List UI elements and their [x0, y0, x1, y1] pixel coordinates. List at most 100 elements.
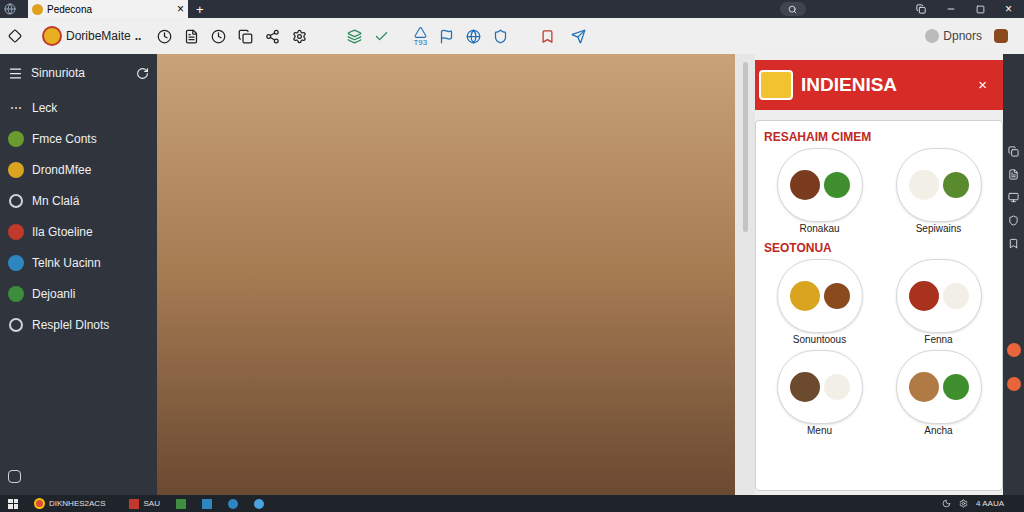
- sidebar-header: Sinnuriota: [0, 54, 157, 92]
- food-fill: [909, 372, 939, 402]
- sidebar-item[interactable]: ⋯Leck: [0, 92, 157, 123]
- dish-photo: [777, 148, 863, 222]
- strip-icon[interactable]: [1008, 169, 1019, 180]
- app-icon[interactable]: [254, 499, 264, 509]
- menu-body: RESAHAIM CIMEMRonakauSepiwains SEOTONUASo…: [755, 120, 1003, 491]
- tab-title: Pedecona: [47, 2, 173, 17]
- dish-label: Fenna: [924, 333, 952, 347]
- send-icon[interactable]: [571, 29, 586, 44]
- browser-tab[interactable]: Pedecona ×: [28, 0, 188, 18]
- dish-card[interactable]: Sonuntoous: [764, 256, 875, 347]
- scroll-thumb[interactable]: [743, 62, 748, 232]
- taskbar: DIKNHES2ACS SAU 4 AAUA: [0, 495, 1024, 512]
- sidebar-item-label: Resplel Dlnots: [32, 316, 109, 334]
- dish-card[interactable]: Fenna: [883, 256, 994, 347]
- dish-card[interactable]: Sepiwains: [883, 145, 994, 236]
- food-fill: [790, 281, 820, 311]
- labelled-tool[interactable]: T93: [413, 26, 427, 47]
- app-icon[interactable]: [129, 499, 139, 509]
- refresh-icon[interactable]: [136, 67, 149, 80]
- menu-logo-icon: [759, 70, 793, 100]
- triangle-icon: [414, 26, 427, 39]
- item-badge-icon: [8, 255, 24, 271]
- sidebar-footer-icon[interactable]: [8, 470, 21, 483]
- app-icon[interactable]: [176, 499, 186, 509]
- toolbar-icon[interactable]: [238, 29, 253, 44]
- dish-card[interactable]: Ronakau: [764, 145, 875, 236]
- search-icon: [788, 5, 797, 14]
- menu-panel: INDIENISA×RESAHAIM CIMEMRonakauSepiwains…: [755, 54, 1003, 495]
- orange-button-icon[interactable]: [1007, 377, 1021, 391]
- item-badge-icon: [8, 131, 24, 147]
- toolbar-icon[interactable]: [211, 29, 226, 44]
- toolbar-icon[interactable]: [493, 29, 508, 44]
- dish-label: Ancha: [924, 424, 952, 438]
- sidebar-item[interactable]: Mn Clalá: [0, 185, 157, 216]
- sidebar-item[interactable]: Fmce Conts: [0, 123, 157, 154]
- strip-icon[interactable]: [1008, 146, 1019, 157]
- search-button[interactable]: [780, 2, 806, 16]
- food-fill: [943, 172, 969, 198]
- menu-icon[interactable]: [8, 66, 23, 81]
- sidebar-item-label: DrondMfee: [32, 161, 91, 179]
- sidebar-item[interactable]: DrondMfee: [0, 154, 157, 185]
- more-button[interactable]: ..: [135, 27, 142, 45]
- app-icon[interactable]: [202, 499, 212, 509]
- app-icon[interactable]: [228, 499, 238, 509]
- food-fill: [909, 281, 939, 311]
- chrome-icon[interactable]: [34, 498, 45, 509]
- toolbar-icon[interactable]: [292, 29, 307, 44]
- strip-icon[interactable]: [1008, 238, 1019, 249]
- sidebar-item[interactable]: Ila Gtoeline: [0, 216, 157, 247]
- tray-icon[interactable]: [942, 499, 951, 508]
- taskbar-clock: 4 AAUA: [976, 498, 1004, 510]
- sidebar-title: Sinnuriota: [31, 64, 128, 82]
- toolbar-icon[interactable]: [157, 29, 172, 44]
- toolbar-icon[interactable]: [374, 29, 389, 44]
- app-name: DoribeMaite: [66, 27, 131, 45]
- tray-icon[interactable]: [959, 499, 968, 508]
- minimize-icon[interactable]: [946, 4, 956, 14]
- strip-icon[interactable]: [1008, 192, 1019, 203]
- profile-name[interactable]: Dpnors: [943, 27, 982, 45]
- section-heading: SEOTONUA: [764, 240, 994, 256]
- maximize-icon[interactable]: [976, 5, 985, 14]
- toolbar-icon[interactable]: [347, 29, 362, 44]
- bookmark-icon[interactable]: [540, 29, 555, 44]
- toolbar-icon[interactable]: [439, 29, 454, 44]
- tab-close[interactable]: ×: [177, 3, 184, 15]
- window-close[interactable]: ×: [1005, 3, 1012, 15]
- diamond-icon[interactable]: [8, 29, 22, 43]
- app-logo-icon: [42, 26, 62, 46]
- toolbar-icon[interactable]: [466, 29, 481, 44]
- taskbar-item[interactable]: DIKNHES2ACS: [49, 498, 105, 510]
- new-tab-button[interactable]: +: [196, 3, 204, 16]
- restore-icon[interactable]: [916, 4, 926, 14]
- sidebar-item-label: Ila Gtoeline: [32, 223, 93, 241]
- food-fill: [790, 170, 820, 200]
- taskbar-item[interactable]: SAU: [143, 498, 159, 510]
- sidebar-item-label: Telnk Uacinn: [32, 254, 101, 272]
- globe-icon: [4, 3, 16, 15]
- sidebar-item-label: Dejoanli: [32, 285, 75, 303]
- strip-icon[interactable]: [1008, 215, 1019, 226]
- dish-card[interactable]: Ancha: [883, 347, 994, 438]
- toolbar-icon[interactable]: [184, 29, 199, 44]
- toolbar: DoribeMaite.. T93 Dpnors: [0, 18, 1024, 54]
- item-outline-icon: [9, 194, 23, 208]
- dish-photo: [896, 259, 982, 333]
- section-heading: RESAHAIM CIMEM: [764, 129, 994, 145]
- sidebar-item-label: Leck: [32, 99, 57, 117]
- menu-close[interactable]: ×: [978, 74, 987, 97]
- item-badge-icon: [8, 162, 24, 178]
- sidebar-item[interactable]: Dejoanli: [0, 278, 157, 309]
- sidebar-item[interactable]: Resplel Dlnots: [0, 309, 157, 340]
- food-fill: [824, 374, 850, 400]
- orange-button-icon[interactable]: [1007, 343, 1021, 357]
- windows-start-icon[interactable]: [8, 499, 18, 509]
- sidebar-item[interactable]: Telnk Uacinn: [0, 247, 157, 278]
- main-area: Sinnuriota ⋯LeckFmce Conts DrondMfee Mn Cla…: [0, 54, 1024, 495]
- toolbar-icon[interactable]: [265, 29, 280, 44]
- dish-photo: [777, 350, 863, 424]
- dish-card[interactable]: Menu: [764, 347, 875, 438]
